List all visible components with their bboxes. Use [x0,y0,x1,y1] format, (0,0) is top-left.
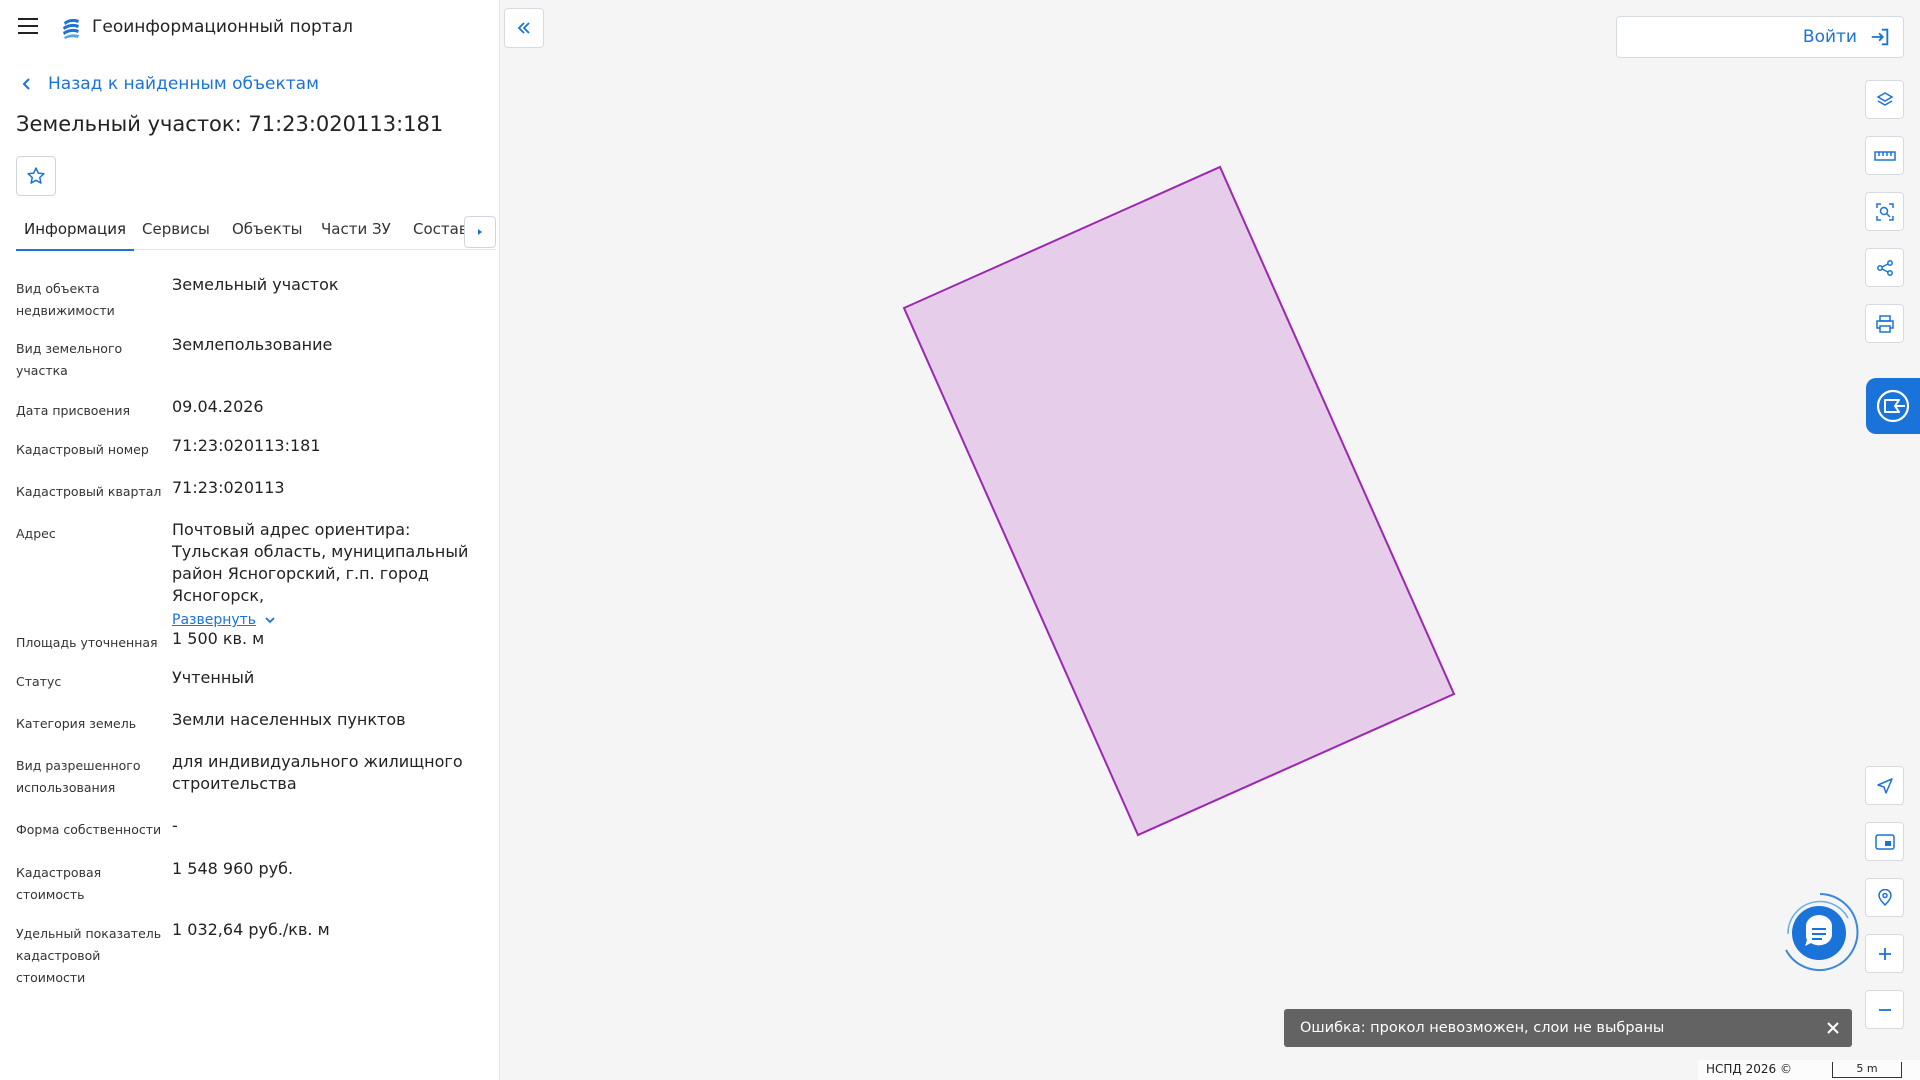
info-panel: Геоинформационный портал Назад к найденн… [0,0,500,1080]
tab-info[interactable]: Информация [15,214,135,251]
scale-bar: 5 m [1832,1062,1902,1078]
login-label: Войти [1802,27,1857,47]
location-search-button[interactable] [1865,878,1904,917]
toast-message: Ошибка: прокол невозможен, слои не выбра… [1300,1020,1665,1036]
back-to-results-link[interactable]: Назад к найденным объектам [20,72,319,96]
tab-parts[interactable]: Части ЗУ [321,214,391,250]
layers-button[interactable] [1865,80,1904,119]
land-parcel-polygon[interactable] [902,165,1456,837]
measure-button[interactable] [1865,136,1904,175]
zoom-in-button[interactable] [1865,934,1904,973]
ruler-icon [1873,150,1896,161]
select-area-icon [1875,202,1894,221]
error-toast: Ошибка: прокол невозможен, слои не выбра… [1284,1009,1852,1047]
collapse-panel-button[interactable] [504,8,544,48]
location-search-icon [1877,888,1892,906]
print-button[interactable] [1865,304,1904,343]
back-link-label: Назад к найденным объектам [48,74,319,94]
star-icon [27,167,45,184]
double-chevron-left-icon [517,22,530,34]
portal-logo-icon [63,18,79,39]
chat-button[interactable] [1778,890,1862,974]
login-button[interactable]: Войти [1616,16,1904,58]
caret-right-icon [478,229,482,235]
chat-icon [1805,915,1833,946]
app-title: Геоинформационный портал [92,17,353,37]
layers-icon [1875,91,1894,106]
zoom-out-icon [1878,1008,1891,1011]
map-canvas[interactable] [500,0,1920,1080]
chevron-left-icon [22,78,30,90]
tab-services[interactable]: Сервисы [142,214,210,250]
tab-bar: Информация Сервисы Объекты Части ЗУ Сост… [15,214,496,251]
share-icon [1876,259,1893,276]
close-icon[interactable] [1824,1019,1842,1037]
chevron-down-icon [265,617,275,624]
minimap-button[interactable] [1865,822,1904,861]
feedback-icon [1876,389,1910,423]
menu-icon[interactable] [18,18,38,34]
tab-objects[interactable]: Объекты [232,214,303,250]
share-button[interactable] [1865,248,1904,287]
panel-header: Геоинформационный портал [0,0,499,56]
navigate-icon [1876,777,1893,794]
zoom-in-icon [1878,947,1891,960]
feedback-tab[interactable] [1866,378,1920,434]
object-title: Земельный участок: 71:23:020113:181 [16,112,444,136]
copyright: НСПД 2026 © [1706,1062,1792,1076]
login-icon [1871,28,1889,46]
favorite-button[interactable] [16,156,56,196]
address-text: Почтовый адрес ориентира: Тульская облас… [172,520,469,605]
select-area-button[interactable] [1865,192,1904,231]
tab-composition[interactable]: Состав [413,214,468,250]
zoom-out-button[interactable] [1865,990,1904,1029]
tabs-scroll-right-button[interactable] [464,216,496,248]
picture-in-picture-icon [1874,833,1895,850]
print-icon [1875,314,1894,333]
map-layer [902,165,1456,837]
navigate-button[interactable] [1865,766,1904,805]
